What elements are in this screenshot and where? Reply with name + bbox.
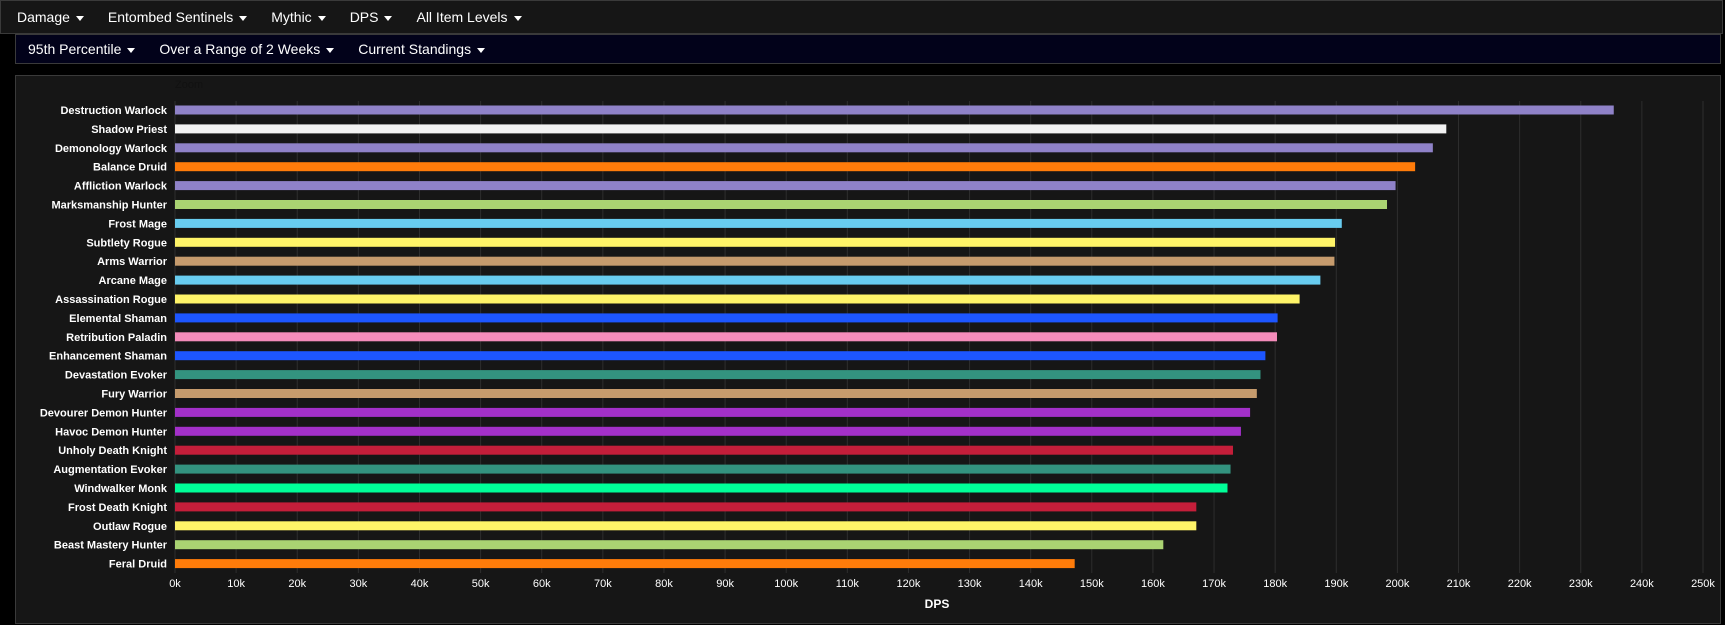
bar-2[interactable]	[175, 143, 1433, 153]
category-label: Subtlety Rogue	[86, 237, 167, 249]
category-label: Shadow Priest	[91, 124, 167, 136]
category-label: Frost Death Knight	[68, 502, 167, 514]
category-label: Assassination Rogue	[55, 294, 167, 306]
x-tick-label: 160k	[1141, 578, 1165, 590]
x-tick-label: 120k	[897, 578, 921, 590]
x-tick-label: 60k	[533, 578, 551, 590]
bar-1[interactable]	[175, 124, 1447, 134]
category-label: Affliction Warlock	[74, 181, 168, 193]
x-tick-label: 180k	[1263, 578, 1287, 590]
bar-11[interactable]	[175, 313, 1278, 323]
category-label: Balance Druid	[93, 162, 167, 174]
category-label: Destruction Warlock	[60, 105, 167, 117]
x-tick-label: 190k	[1324, 578, 1348, 590]
bar-17[interactable]	[175, 426, 1241, 436]
category-label: Outlaw Rogue	[93, 521, 167, 533]
category-label: Devourer Demon Hunter	[40, 407, 168, 419]
bar-22[interactable]	[175, 521, 1197, 531]
bar-5[interactable]	[175, 200, 1388, 209]
x-tick-label: 150k	[1080, 578, 1104, 590]
bar-18[interactable]	[175, 445, 1233, 455]
x-tick-label: 10k	[227, 578, 245, 590]
bar-16[interactable]	[175, 407, 1251, 417]
x-axis-label: DPS	[925, 597, 950, 611]
x-tick-label: 110k	[836, 578, 860, 590]
category-label: Frost Mage	[108, 218, 167, 230]
category-label: Unholy Death Knight	[58, 445, 167, 457]
category-label: Fury Warrior	[101, 389, 167, 401]
category-label: Arcane Mage	[99, 275, 167, 287]
x-tick-label: 130k	[958, 578, 982, 590]
x-tick-label: 0k	[169, 578, 181, 590]
category-label: Feral Druid	[109, 559, 167, 571]
x-tick-label: 100k	[774, 578, 798, 590]
x-tick-label: 240k	[1630, 578, 1654, 590]
x-tick-label: 90k	[716, 578, 734, 590]
x-tick-label: 50k	[472, 578, 490, 590]
x-tick-label: 230k	[1569, 578, 1593, 590]
bar-14[interactable]	[175, 370, 1261, 380]
x-tick-label: 30k	[349, 578, 367, 590]
category-label: Devastation Evoker	[65, 370, 168, 382]
x-tick-label: 250k	[1691, 578, 1715, 590]
bar-0[interactable]	[175, 105, 1614, 115]
category-label: Arms Warrior	[97, 256, 168, 268]
bar-15[interactable]	[175, 389, 1257, 398]
x-tick-label: 140k	[1019, 578, 1043, 590]
x-tick-label: 170k	[1202, 578, 1226, 590]
bar-13[interactable]	[175, 351, 1266, 361]
bar-4[interactable]	[175, 181, 1396, 191]
category-label: Augmentation Evoker	[53, 464, 167, 476]
x-tick-label: 80k	[655, 578, 673, 590]
category-label: Elemental Shaman	[69, 313, 167, 325]
x-tick-label: 40k	[411, 578, 429, 590]
bar-12[interactable]	[175, 332, 1277, 342]
x-tick-label: 220k	[1508, 578, 1532, 590]
bar-7[interactable]	[175, 237, 1336, 247]
bar-8[interactable]	[175, 256, 1335, 266]
category-label: Windwalker Monk	[74, 483, 168, 495]
x-tick-label: 200k	[1385, 578, 1409, 590]
bar-10[interactable]	[175, 294, 1300, 304]
category-label: Retribution Paladin	[66, 332, 167, 344]
bar-20[interactable]	[175, 483, 1228, 493]
bar-9[interactable]	[175, 275, 1321, 285]
category-label: Demonology Warlock	[55, 143, 168, 155]
x-tick-label: 70k	[594, 578, 612, 590]
dps-bar-chart: 0k 10k 20k 30k 40k 50k 60k 70k 80k 90k 100k 110k 120…	[40, 101, 1715, 611]
category-label: Havoc Demon Hunter	[55, 426, 168, 438]
x-tick-label: 20k	[288, 578, 306, 590]
bar-6[interactable]	[175, 218, 1342, 228]
bar-24[interactable]	[175, 559, 1075, 569]
bar-19[interactable]	[175, 464, 1231, 474]
bar-3[interactable]	[175, 162, 1416, 172]
bar-23[interactable]	[175, 540, 1164, 550]
category-label: Enhancement Shaman	[49, 351, 167, 363]
category-label: Beast Mastery Hunter	[54, 540, 168, 552]
bar-21[interactable]	[175, 502, 1197, 512]
x-tick-label: 210k	[1447, 578, 1471, 590]
category-label: Marksmanship Hunter	[51, 200, 167, 212]
